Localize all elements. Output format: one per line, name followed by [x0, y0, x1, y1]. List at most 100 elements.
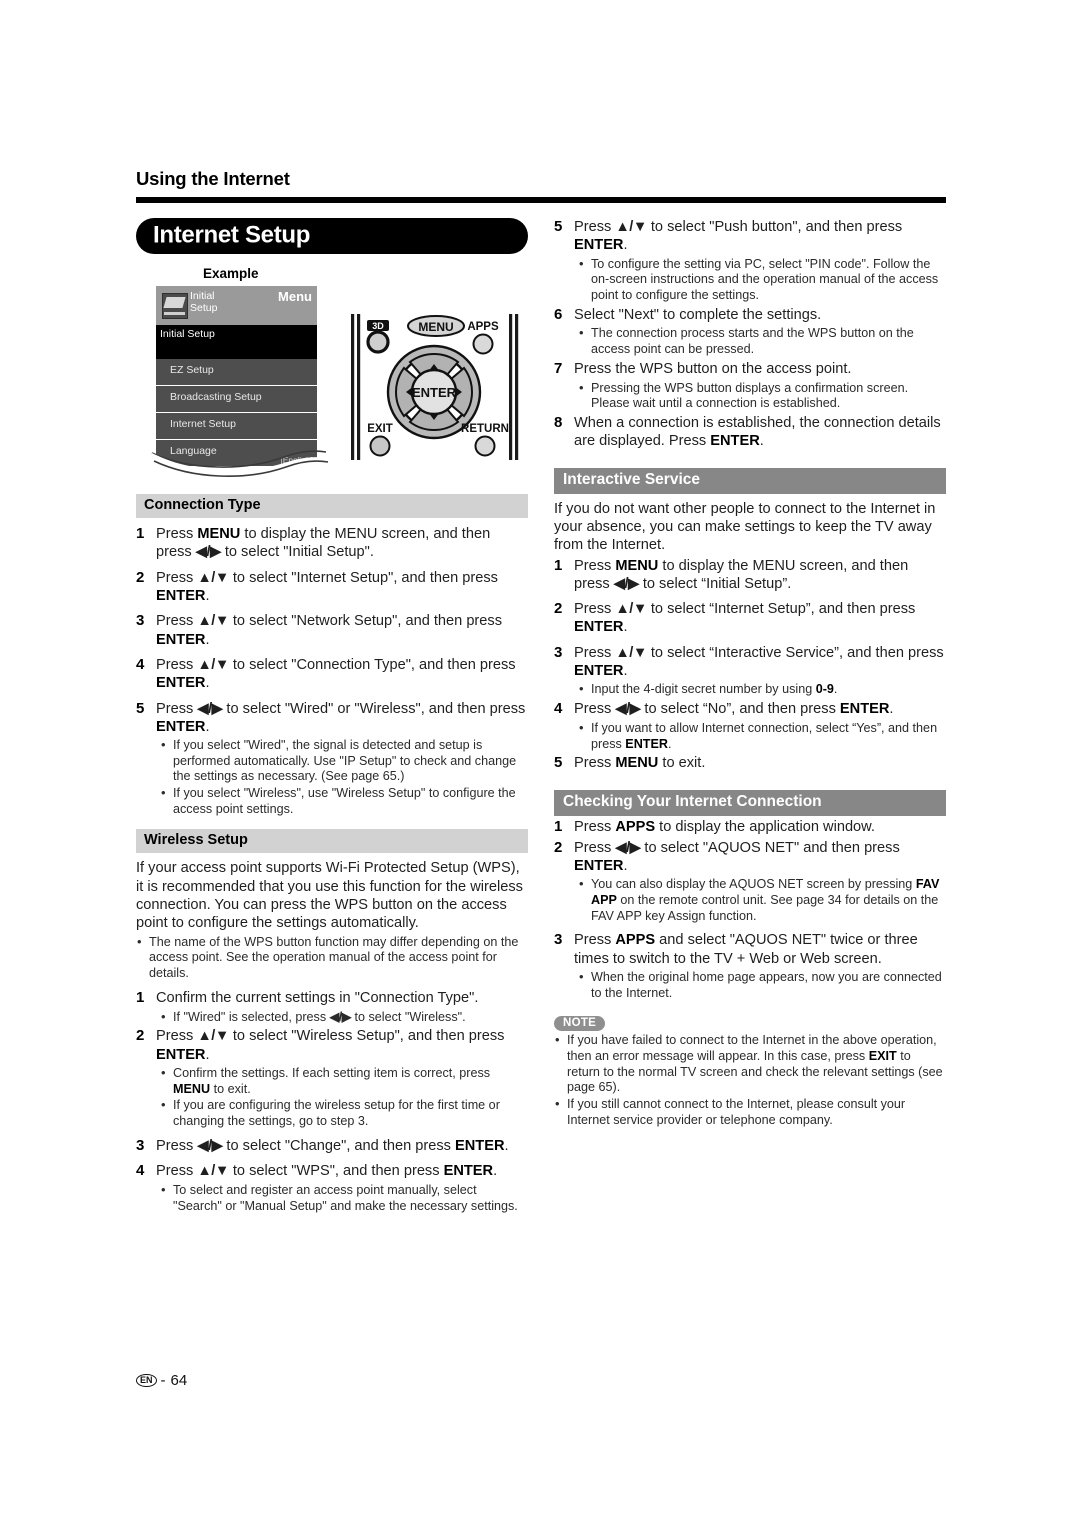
step-item: 2 Press ◀/▶ to select "AQUOS NET" and th…	[554, 839, 946, 876]
bullet-list: If you want to allow Internet connection…	[578, 720, 946, 752]
step-number: 5	[554, 218, 563, 235]
bullet-list: To configure the setting via PC, select …	[578, 256, 946, 304]
tv-menu-header: Initial Setup Menu	[156, 286, 317, 325]
tv-menu-row-label: Internet Setup	[170, 418, 236, 430]
header-rule	[136, 197, 946, 203]
section-checking-connection-bar: Checking Your Internet Connection	[554, 790, 946, 817]
step-text: Confirm the current settings in "Connect…	[156, 989, 479, 1006]
step-number: 4	[136, 1162, 145, 1180]
bullet-list: Confirm the settings. If each setting it…	[160, 1065, 528, 1130]
tv-menu-header-title: Initial Setup	[190, 290, 218, 315]
remote-menu-button: MENU	[407, 315, 465, 337]
bullet-list: The connection process starts and the WP…	[578, 325, 946, 357]
interactive-service-intro: If you do not want other people to conne…	[554, 500, 936, 554]
tv-menu-row-broadcasting-setup[interactable]: Broadcasting Setup	[156, 386, 317, 413]
right-column: 5 Press ▲/▼ to select "Push button", and…	[554, 218, 946, 1128]
step-text: Press ▲/▼ to select "WPS", and then pres…	[156, 1163, 498, 1180]
wireless-setup-intro: If your access point supports Wi-Fi Prot…	[136, 860, 523, 932]
step-item: 7 Press the WPS button on the access poi…	[554, 360, 946, 379]
tv-menu-selected-label: Initial Setup	[160, 328, 215, 340]
step-text: Press ▲/▼ to select “Interactive Service…	[574, 644, 944, 680]
step-text: Press ◀/▶ to select "AQUOS NET" and then…	[574, 839, 900, 875]
step-text: Press ▲/▼ to select "Internet Setup", an…	[156, 569, 498, 604]
step-number: 8	[554, 413, 563, 431]
step-number: 3	[554, 931, 563, 949]
step-item: 5 Press ▲/▼ to select "Push button", and…	[554, 218, 946, 255]
bullet-list: The name of the WPS button function may …	[136, 934, 528, 982]
bullet-item: If "Wired" is selected, press ◀/▶ to sel…	[160, 1009, 528, 1026]
step-item: 5 Press MENU to exit.	[554, 754, 946, 773]
step-number: 1	[554, 556, 563, 574]
step-item: 3 Press ▲/▼ to select “Interactive Servi…	[554, 644, 946, 681]
bullet-item: You can also display the AQUOS NET scree…	[578, 876, 946, 924]
step-text: Press MENU to exit.	[574, 755, 706, 772]
step-item: 2 Press ▲/▼ to select "Internet Setup", …	[136, 569, 528, 606]
step-item: 6 Select "Next" to complete the settings…	[554, 306, 946, 325]
step-number: 2	[136, 568, 145, 586]
left-column: Internet Setup Example Initial Setup Menu…	[136, 218, 528, 1215]
tv-menu-selected-row[interactable]: Initial Setup	[156, 325, 317, 359]
tv-menu-row-label: EZ Setup	[170, 364, 214, 376]
step-text: Press ▲/▼ to select "Wireless Setup", an…	[156, 1028, 505, 1063]
bullet-item: If you are configuring the wireless setu…	[160, 1097, 528, 1129]
page-title-pill: Internet Setup	[136, 218, 528, 254]
step-item: 1 Press MENU to display the MENU screen,…	[554, 557, 946, 594]
bullet-item: The connection process starts and the WP…	[578, 325, 946, 357]
step-text: Press MENU to display the MENU screen, a…	[156, 526, 491, 561]
bullet-list: If you have failed to connect to the Int…	[554, 1032, 946, 1128]
step-number: 5	[554, 754, 563, 772]
section-wireless-setup-bar: Wireless Setup	[136, 829, 528, 854]
step-text: Press the WPS button on the access point…	[574, 360, 852, 377]
step-item: 8 When a connection is established, the …	[554, 414, 946, 451]
step-text: Select "Next" to complete the settings.	[574, 306, 822, 323]
step-item: 1 Confirm the current settings in "Conne…	[136, 989, 528, 1008]
step-number: 2	[136, 1027, 145, 1045]
bullet-item: Pressing the WPS button displays a confi…	[578, 380, 946, 412]
step-number: 3	[136, 1136, 145, 1154]
svg-text:MENU: MENU	[418, 320, 453, 334]
step-number: 2	[554, 600, 563, 618]
step-number: 7	[554, 359, 563, 377]
section-interactive-service-bar: Interactive Service	[554, 467, 946, 494]
bullet-list: You can also display the AQUOS NET scree…	[578, 876, 946, 924]
steps-continued: 5 Press ▲/▼ to select "Push button", and…	[554, 218, 946, 451]
step-number: 1	[136, 988, 145, 1006]
page-footer: EN - 64	[136, 1372, 187, 1389]
step-item: 4 Press ▲/▼ to select "WPS", and then pr…	[136, 1162, 528, 1181]
tv-menu-row-ez-setup[interactable]: EZ Setup	[156, 359, 317, 386]
remote-3d-button: 3D	[366, 320, 390, 354]
bullet-item: If you select "Wired", the signal is det…	[160, 737, 528, 785]
step-number: 1	[554, 818, 563, 836]
note-badge: NOTE	[554, 1016, 606, 1032]
step-item: 4 Press ◀/▶ to select “No”, and then pre…	[554, 700, 946, 719]
bullet-list: When the original home page appears, now…	[578, 969, 946, 1001]
page-number: 64	[170, 1372, 188, 1389]
bullet-item: If you select "Wireless", use "Wireless …	[160, 785, 528, 817]
bullet-item: To configure the setting via PC, select …	[578, 256, 946, 304]
step-number: 3	[136, 612, 145, 630]
section-heading: Wireless Setup	[144, 832, 248, 849]
step-text: Press ◀/▶ to select “No”, and then press…	[574, 701, 894, 718]
bullet-list: If "Wired" is selected, press ◀/▶ to sel…	[160, 1009, 528, 1026]
torn-edge-wave	[151, 450, 329, 481]
step-number: 2	[554, 838, 563, 856]
step-item: 3 Press APPS and select "AQUOS NET" twic…	[554, 931, 946, 968]
steps-connection-type: 1 Press MENU to display the MENU screen,…	[136, 525, 528, 817]
tv-menu-row-internet-setup[interactable]: Internet Setup	[156, 413, 317, 440]
step-number: 6	[554, 305, 563, 323]
bullet-item: Confirm the settings. If each setting it…	[160, 1065, 528, 1097]
step-item: 1 Press APPS to display the application …	[554, 818, 946, 837]
bullet-list: Input the 4-digit secret number by using…	[578, 681, 946, 698]
step-text: When a connection is established, the co…	[574, 414, 941, 450]
step-text: Press MENU to display the MENU screen, a…	[574, 557, 909, 592]
section-heading: Checking Your Internet Connection	[563, 793, 822, 811]
svg-text:EXIT: EXIT	[367, 423, 393, 435]
initial-setup-icon	[162, 293, 188, 319]
language-mark: EN	[136, 1374, 157, 1387]
section-heading: Interactive Service	[563, 470, 701, 488]
svg-text:ENTER: ENTER	[412, 385, 457, 400]
step-item: 2 Press ▲/▼ to select “Internet Setup”, …	[554, 600, 946, 637]
bullet-item: Input the 4-digit secret number by using…	[578, 681, 946, 698]
tv-menu-row-label: Broadcasting Setup	[170, 391, 262, 403]
step-item: 4 Press ▲/▼ to select "Connection Type",…	[136, 656, 528, 693]
